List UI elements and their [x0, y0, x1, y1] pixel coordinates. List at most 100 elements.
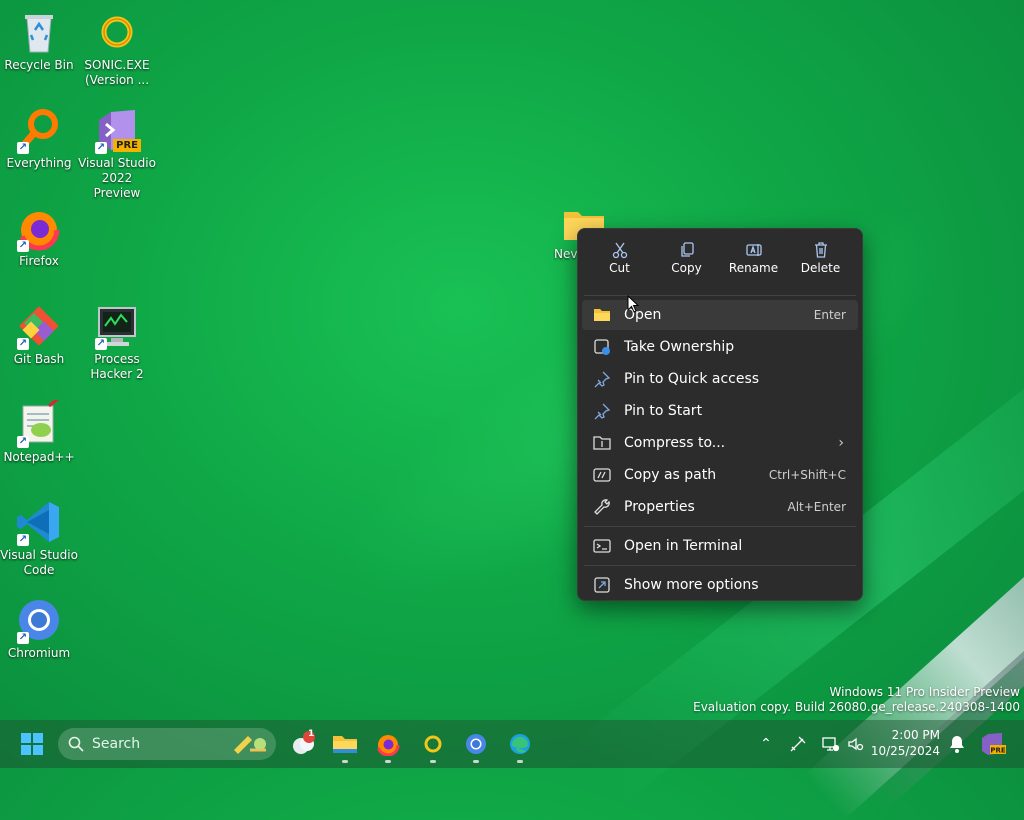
taskbar-edge[interactable] [506, 730, 534, 758]
desktop-icon-label: Everything [6, 156, 72, 170]
desktop-icon-visual-studio-preview[interactable]: PRE ↗ Visual Studio 2022 Preview [78, 106, 156, 201]
shortcut-arrow-icon: ↗ [17, 338, 29, 350]
watermark-line: Evaluation copy. Build 26080.ge_release.… [693, 700, 1020, 714]
chromium-icon: ↗ [15, 596, 63, 644]
sonic-exe-icon [93, 8, 141, 56]
context-menu-quick-actions: Cut Copy Rename Delete [578, 229, 862, 291]
menu-item-open[interactable]: Open Enter [582, 300, 858, 330]
tray-overflow-chevron[interactable]: ⌃ [752, 730, 780, 758]
menu-item-label: Pin to Start [624, 403, 703, 419]
edge-icon [510, 734, 530, 754]
delete-label: Delete [800, 261, 841, 275]
menu-item-label: Take Ownership [624, 339, 735, 355]
mouse-cursor-icon [627, 295, 639, 313]
menu-item-pin-to-start[interactable]: Pin to Start [582, 396, 858, 426]
tray-pen-icon[interactable] [784, 730, 812, 758]
desktop-icon-process-hacker[interactable]: ↗ Process Hacker 2 [78, 302, 156, 382]
cut-button[interactable]: Cut [591, 239, 649, 291]
firefox-icon [376, 733, 400, 756]
process-hacker-icon: ↗ [93, 302, 141, 350]
menu-item-compress-to[interactable]: Compress to... › [582, 428, 858, 458]
desktop-icon-label: Process Hacker 2 [90, 352, 144, 381]
chromium-icon [466, 734, 486, 754]
delete-button[interactable]: Delete [792, 239, 850, 291]
shortcut-arrow-icon: ↗ [17, 534, 29, 546]
cut-label: Cut [609, 261, 630, 275]
tray-notifications[interactable] [943, 730, 971, 758]
visual-studio-preview-icon: PRE [982, 733, 1006, 755]
wallpaper-streak-dark [865, 512, 1024, 814]
bell-icon [950, 736, 964, 753]
taskbar-chromium[interactable] [462, 730, 490, 758]
running-indicator [473, 760, 479, 763]
desktop-icon-label: Recycle Bin [4, 58, 74, 72]
desktop-icon-recycle-bin[interactable]: Recycle Bin [0, 8, 78, 73]
desktop-icon-git-bash[interactable]: ↗ Git Bash [0, 302, 78, 367]
menu-item-label: Pin to Quick access [624, 371, 760, 387]
menu-item-shortcut: Alt+Enter [787, 500, 846, 514]
menu-item-shortcut: Enter [813, 308, 846, 322]
menu-item-label: Show more options [624, 577, 759, 593]
copy-icon [658, 239, 716, 261]
running-indicator [342, 760, 348, 763]
preview-badge: PRE [113, 139, 141, 152]
desktop-icon-label: Notepad++ [3, 450, 75, 464]
everything-icon: ↗ [15, 106, 63, 154]
pin-icon [592, 401, 612, 421]
svg-text:PRE: PRE [990, 747, 1006, 755]
copy-button[interactable]: Copy [658, 239, 716, 291]
shortcut-arrow-icon: ↗ [17, 142, 29, 154]
notification-badge: 1 [308, 729, 315, 739]
pen-icon [790, 736, 806, 752]
menu-separator [584, 565, 856, 566]
desktop-icon-firefox[interactable]: ↗ Firefox [0, 204, 78, 269]
volume-icon [848, 737, 864, 751]
desktop-icon-everything[interactable]: ↗ Everything [0, 106, 78, 171]
taskbar-file-explorer[interactable] [331, 730, 359, 758]
taskbar-sonic-exe[interactable] [419, 730, 447, 758]
shortcut-arrow-icon: ↗ [95, 338, 107, 350]
desktop-icon-label: Visual Studio 2022 Preview [78, 156, 156, 200]
menu-separator [584, 295, 856, 296]
start-button[interactable] [18, 730, 46, 758]
running-indicator [385, 760, 391, 763]
copy-path-icon [592, 465, 612, 485]
network-icon [822, 737, 839, 752]
rename-button[interactable]: Rename [725, 239, 783, 291]
tray-network-icon[interactable] [816, 730, 844, 758]
search-placeholder: Search [92, 736, 141, 752]
sonic-exe-icon [424, 735, 442, 753]
desktop-icon-label: SONIC.EXE (Version ... [84, 58, 150, 87]
desktop-icon-sonic-exe[interactable]: SONIC.EXE (Version ... [78, 8, 156, 88]
menu-item-take-ownership[interactable]: Take Ownership [582, 332, 858, 362]
menu-item-copy-as-path[interactable]: Copy as path Ctrl+Shift+C [582, 460, 858, 490]
desktop-icon-chromium[interactable]: ↗ Chromium [0, 596, 78, 661]
trash-icon [792, 239, 850, 261]
windows-watermark: Windows 11 Pro Insider Preview Evaluatio… [693, 685, 1020, 715]
tray-volume-icon[interactable] [841, 730, 869, 758]
git-bash-icon: ↗ [15, 302, 63, 350]
scissors-icon [591, 239, 649, 261]
more-options-icon [592, 575, 612, 595]
archive-icon [592, 433, 612, 453]
running-indicator [517, 760, 523, 763]
windows-logo-icon [21, 733, 43, 755]
menu-item-show-more-options[interactable]: Show more options [582, 570, 858, 600]
file-explorer-icon [333, 736, 357, 753]
taskbar-firefox[interactable] [374, 730, 402, 758]
menu-item-open-in-terminal[interactable]: Open in Terminal [582, 531, 858, 561]
tray-clock[interactable]: 2:00 PM 10/25/2024 [871, 727, 940, 759]
taskbar-widgets-button[interactable]: 1 [289, 729, 317, 758]
menu-separator [584, 526, 856, 527]
taskbar-search-box[interactable]: Search [58, 728, 276, 760]
menu-item-pin-quick-access[interactable]: Pin to Quick access [582, 364, 858, 394]
tray-preview-app[interactable]: PRE [979, 730, 1007, 758]
menu-item-properties[interactable]: Properties Alt+Enter [582, 492, 858, 522]
rename-label: Rename [728, 261, 779, 275]
recycle-bin-icon [15, 8, 63, 56]
desktop-icon-vscode[interactable]: ↗ Visual Studio Code [0, 498, 78, 578]
desktop-icon-notepadpp[interactable]: ↗ Notepad++ [0, 396, 78, 465]
wrench-icon [592, 497, 612, 517]
desktop-icon-label: Chromium [7, 646, 71, 660]
pin-icon [592, 369, 612, 389]
